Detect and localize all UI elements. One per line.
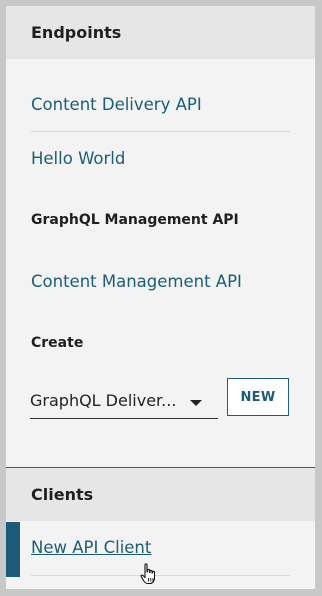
sidebar-panel: Endpoints Content Delivery API Hello Wor… <box>6 6 315 589</box>
active-item-indicator <box>6 522 20 577</box>
endpoint-type-select-value: GraphQL Deliver... <box>30 391 177 410</box>
endpoints-title: Endpoints <box>31 23 122 42</box>
client-link-new-api-client[interactable]: New API Client <box>31 538 151 557</box>
endpoints-section-header: Endpoints <box>6 6 315 59</box>
hand-pointer-icon <box>140 563 156 585</box>
caret-down-icon <box>190 400 202 406</box>
new-endpoint-button[interactable]: NEW <box>227 378 289 416</box>
clients-section-header: Clients <box>6 468 315 521</box>
management-api-subtitle: GraphQL Management API <box>31 212 239 228</box>
create-subtitle: Create <box>31 335 84 351</box>
endpoint-divider <box>31 131 290 132</box>
endpoint-type-select[interactable]: GraphQL Deliver... <box>30 383 218 419</box>
client-divider <box>31 575 290 576</box>
endpoint-link-content-delivery-api[interactable]: Content Delivery API <box>31 95 202 114</box>
clients-title: Clients <box>31 485 94 504</box>
endpoint-link-hello-world[interactable]: Hello World <box>31 149 125 168</box>
endpoint-link-content-management-api[interactable]: Content Management API <box>31 272 242 291</box>
